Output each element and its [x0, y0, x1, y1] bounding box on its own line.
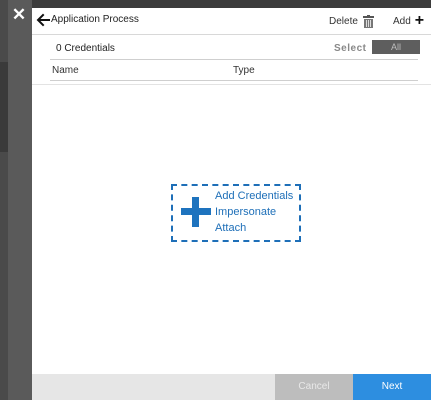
side-strip: ✕	[0, 0, 32, 400]
impersonate-link[interactable]: Impersonate	[215, 205, 293, 219]
select-all-button[interactable]: All	[372, 40, 420, 54]
add-plus-icon[interactable]	[181, 197, 211, 227]
add-label: Add	[393, 15, 411, 27]
credentials-count: 0 Credentials	[56, 43, 115, 54]
attach-link[interactable]: Attach	[215, 221, 293, 235]
column-headers: Name Type	[50, 60, 418, 81]
add-options: Add Credentials Impersonate Attach	[215, 189, 293, 235]
add-credentials-link[interactable]: Add Credentials	[215, 189, 293, 203]
next-button[interactable]: Next	[353, 374, 431, 400]
cancel-button[interactable]: Cancel	[275, 374, 353, 400]
column-header-type[interactable]: Type	[233, 65, 255, 76]
select-label: Select	[334, 43, 367, 54]
side-accent	[0, 62, 8, 152]
back-arrow-icon[interactable]	[36, 12, 50, 28]
credentials-subheader: 0 Credentials Select All	[50, 35, 420, 60]
delete-button[interactable]: Delete	[329, 11, 374, 31]
add-credentials-zone[interactable]: Add Credentials Impersonate Attach	[171, 184, 301, 242]
plus-icon: +	[414, 12, 425, 29]
side-shade	[0, 0, 8, 400]
panel-header: Application Process Delete Add +	[32, 8, 431, 35]
delete-label: Delete	[329, 15, 358, 27]
panel-footer: Cancel Next	[32, 374, 431, 400]
page-title: Application Process	[51, 14, 139, 25]
column-header-name[interactable]: Name	[52, 65, 79, 76]
close-icon[interactable]: ✕	[12, 5, 26, 24]
close-button[interactable]: ✕	[11, 5, 27, 24]
list-divider	[32, 84, 431, 85]
add-button[interactable]: Add +	[393, 11, 424, 31]
application-process-panel: Application Process Delete Add + 0 Crede…	[32, 8, 431, 400]
trash-icon	[362, 14, 374, 28]
